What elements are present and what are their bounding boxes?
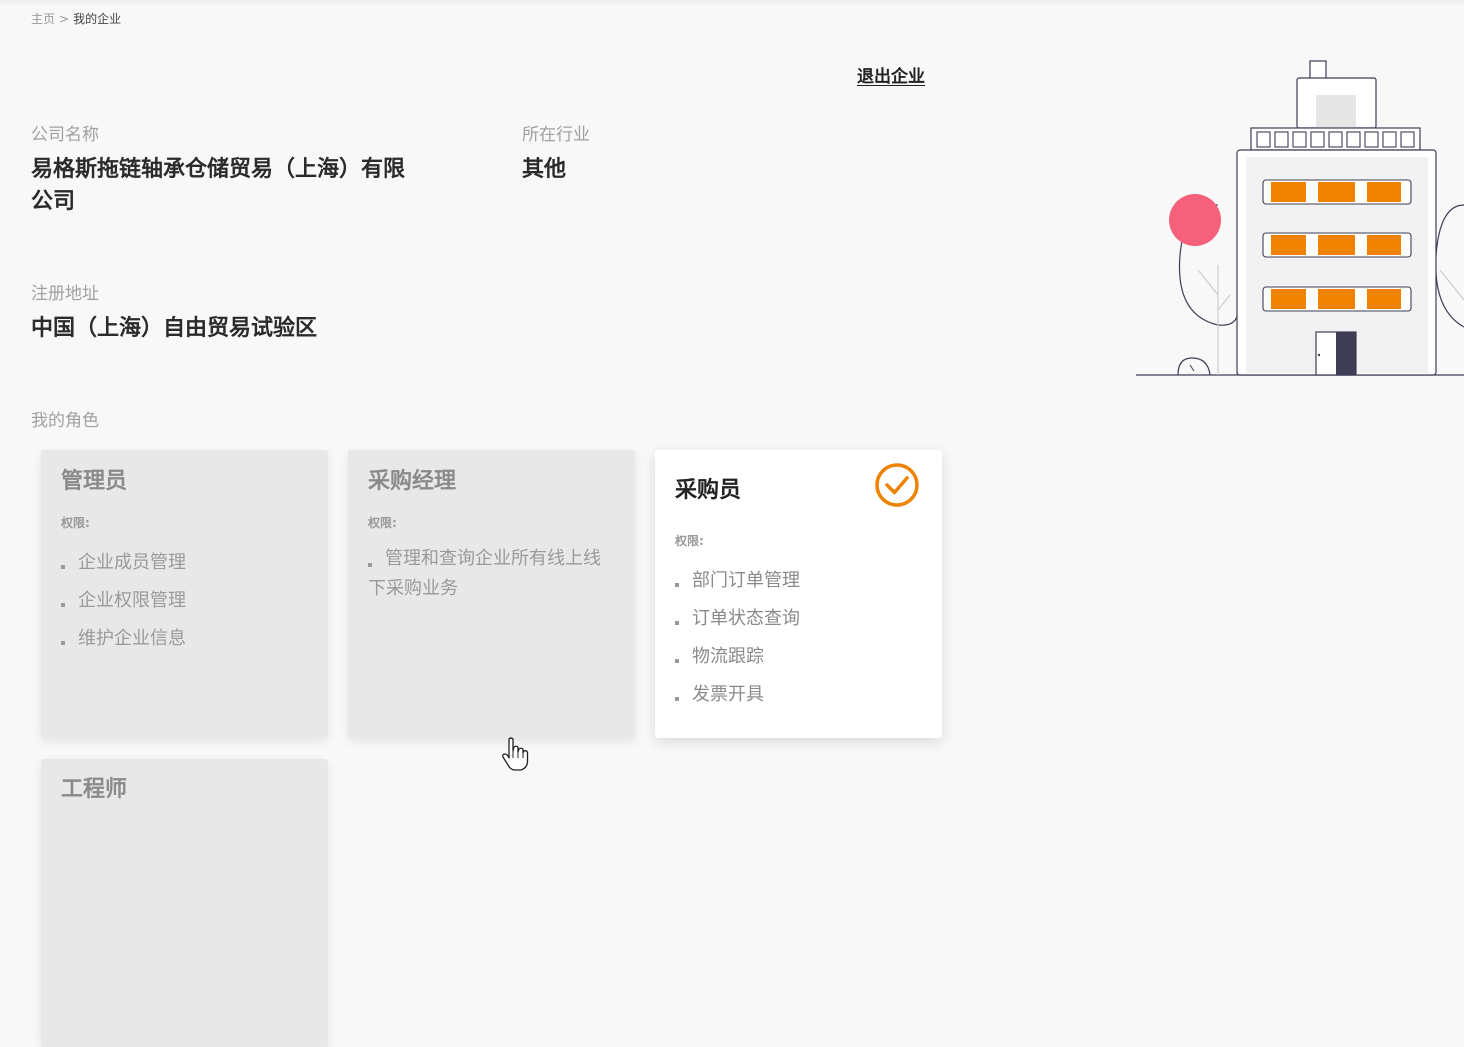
office-building-illustration (1136, 60, 1464, 376)
permission-list: 部门订单管理 订单状态查询 物流跟踪 发票开具 (675, 562, 922, 714)
breadcrumb: 主页 > 我的企业 (31, 10, 121, 27)
check-circle-icon (875, 463, 919, 507)
role-title: 采购员 (675, 478, 742, 503)
permission-item: 部门订单管理 (675, 562, 922, 600)
permission-label: 权限: (675, 534, 704, 548)
address-value: 中国（上海）自由贸易试验区 (31, 316, 318, 341)
role-title: 管理员 (61, 469, 128, 494)
role-card-purchasing-manager[interactable]: 采购经理 权限: 管理和查询企业所有线上线下采购业务 (348, 450, 635, 738)
role-title: 采购经理 (368, 469, 457, 494)
permission-item: 发票开具 (675, 676, 922, 714)
permission-item: 维护企业信息 (61, 620, 308, 658)
top-shadow (0, 0, 1464, 6)
company-name-line-1: 易格斯拖链轴承仓储贸易（上海）有限 (31, 157, 406, 182)
permission-item: 企业成员管理 (61, 544, 308, 582)
permission-label: 权限: (61, 516, 90, 530)
quit-company-link[interactable]: 退出企业 (857, 62, 925, 87)
permission-list: 管理和查询企业所有线上线下采购业务 (368, 544, 615, 604)
industry-value: 其他 (522, 157, 567, 182)
industry-label: 所在行业 (522, 125, 590, 145)
role-card-engineer[interactable]: 工程师 (41, 759, 328, 1047)
permission-item: 企业权限管理 (61, 582, 308, 620)
breadcrumb-current: 我的企业 (73, 12, 122, 26)
role-card-admin[interactable]: 管理员 权限: 企业成员管理 企业权限管理 维护企业信息 (41, 450, 328, 738)
company-name-label: 公司名称 (31, 125, 99, 145)
hand-pointer-icon (502, 737, 529, 771)
company-name-value: 易格斯拖链轴承仓储贸易（上海）有限 公司 (31, 154, 405, 218)
permission-item: 管理和查询企业所有线上线下采购业务 (368, 544, 615, 604)
role-card-purchaser[interactable]: 采购员 权限: 部门订单管理 订单状态查询 物流跟踪 发票开具 (655, 450, 942, 738)
breadcrumb-separator: > (59, 12, 70, 26)
breadcrumb-home[interactable]: 主页 (31, 12, 55, 26)
address-label: 注册地址 (31, 284, 99, 304)
permission-label: 权限: (368, 516, 397, 530)
role-title: 工程师 (61, 777, 128, 802)
permission-list: 企业成员管理 企业权限管理 维护企业信息 (61, 544, 308, 658)
permission-item: 订单状态查询 (675, 600, 922, 638)
company-name-line-2: 公司 (31, 189, 76, 214)
roles-section-label: 我的角色 (31, 411, 99, 431)
permission-item: 物流跟踪 (675, 638, 922, 676)
